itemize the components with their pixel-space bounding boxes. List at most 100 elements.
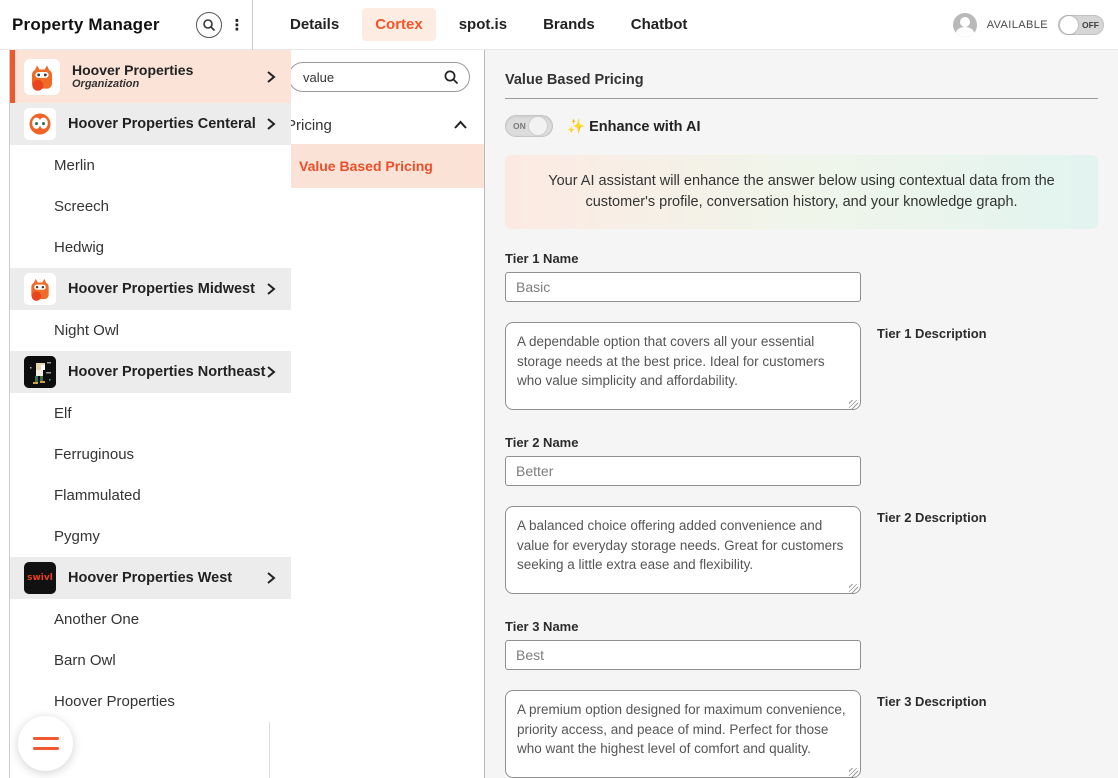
sidebar-gutter — [0, 50, 10, 778]
app-title: Property Manager — [12, 15, 160, 35]
resize-handle-icon[interactable] — [849, 768, 858, 777]
resize-handle-icon[interactable] — [849, 400, 858, 409]
sidebar-item-hoover-properties-west[interactable]: swivl Hoover Properties West — [10, 557, 291, 599]
tab-chatbot[interactable]: Chatbot — [618, 8, 701, 41]
nav-search-input[interactable] — [303, 70, 443, 85]
sidebar-item-label: Flammulated — [54, 487, 141, 504]
ai-note-text: Your AI assistant will enhance the answe… — [545, 171, 1058, 213]
tier2-description-field: A balanced choice offering added conveni… — [505, 506, 1098, 599]
tab-brands[interactable]: Brands — [530, 8, 608, 41]
sidebar-item-label: Hedwig — [54, 239, 104, 256]
chevron-right-icon[interactable] — [265, 282, 277, 296]
tier2-description-textarea[interactable]: A balanced choice offering added conveni… — [505, 506, 861, 594]
tier3-description-field: A premium option designed for maximum co… — [505, 690, 1098, 778]
nav-search[interactable] — [288, 62, 470, 92]
tier3-description-textarea[interactable]: A premium option designed for maximum co… — [505, 690, 861, 778]
availability-label: AVAILABLE — [987, 19, 1048, 31]
sidebar-item-label: Hoover Properties — [54, 693, 175, 710]
ai-assistant-note: Your AI assistant will enhance the answe… — [505, 155, 1098, 229]
sidebar-item-hoover-properties-midwest[interactable]: Hoover Properties Midwest — [10, 268, 291, 310]
availability-toggle[interactable]: OFF — [1058, 15, 1104, 35]
title-divider — [505, 98, 1098, 99]
tier1-description-field: A dependable option that covers all your… — [505, 322, 1098, 415]
sidebar-item-label: Hoover Properties — [72, 62, 193, 78]
chevron-right-icon[interactable] — [265, 365, 277, 379]
page-title: Value Based Pricing — [505, 72, 1098, 88]
owl-face-icon — [24, 108, 56, 140]
sidebar-item-label: Hoover Properties West — [68, 570, 232, 586]
sidebar-item-label: Another One — [54, 611, 139, 628]
tier3-name-input[interactable] — [505, 640, 861, 670]
sidebar-item-another-one[interactable]: Another One — [10, 599, 291, 640]
search-icon — [202, 18, 216, 32]
enhance-ai-label: ✨Enhance with AI — [567, 118, 701, 135]
nav-item-value-based-pricing[interactable]: Value Based Pricing — [270, 144, 484, 188]
sidebar-item-barn-owl[interactable]: Barn Owl — [10, 640, 291, 681]
toggle-knob — [1060, 16, 1078, 34]
sidebar-item-hedwig[interactable]: Hedwig — [10, 227, 291, 268]
enhance-ai-toggle[interactable]: ON — [505, 115, 553, 137]
sidebar-item-label: Pygmy — [54, 528, 100, 545]
nav-item-label: Value Based Pricing — [299, 158, 433, 174]
search-icon — [443, 69, 459, 85]
section-nav-panel: Pricing Value Based Pricing — [270, 50, 485, 778]
nav-section-pricing[interactable]: Pricing — [270, 106, 484, 144]
top-header: Property Manager ⋮ Details Cortex spot.i… — [0, 0, 1118, 50]
tier1-name-input[interactable] — [505, 272, 861, 302]
tab-cortex[interactable]: Cortex — [362, 8, 436, 41]
sidebar-item-label: Hoover Properties Centeral — [68, 116, 256, 132]
sidebar-list: Hoover Properties Organization Hoover Pr… — [10, 50, 291, 778]
tier3-name-label: Tier 3 Name — [505, 619, 1098, 634]
chevron-right-icon[interactable] — [265, 117, 277, 131]
tier2-name-label: Tier 2 Name — [505, 435, 1098, 450]
kebab-menu-icon[interactable]: ⋮ — [226, 12, 248, 38]
enhance-ai-row: ON ✨Enhance with AI — [505, 115, 1098, 137]
toggle-knob — [528, 116, 548, 136]
sidebar-item-elf[interactable]: Elf — [10, 393, 291, 434]
sidebar-item-night-owl[interactable]: Night Owl — [10, 310, 291, 351]
tier1-description-label: Tier 1 Description — [877, 326, 987, 341]
properties-sidebar: Hoover Properties Organization Hoover Pr… — [0, 50, 270, 778]
chevron-up-icon[interactable] — [453, 120, 468, 130]
sidebar-item-flammulated[interactable]: Flammulated — [10, 475, 291, 516]
tier3-description-label: Tier 3 Description — [877, 694, 987, 709]
header-tabs: Details Cortex spot.is Brands Chatbot — [253, 8, 700, 41]
owl-mascot-icon — [24, 59, 60, 95]
sidebar-item-label: Screech — [54, 198, 109, 215]
sidebar-item-label: Merlin — [54, 157, 95, 174]
sidebar-item-hoover-properties-northeast[interactable]: Hoover Properties Northeast — [10, 351, 291, 393]
sidebar-item-label: Night Owl — [54, 322, 119, 339]
tier1-name-label: Tier 1 Name — [505, 251, 1098, 266]
chevron-right-icon[interactable] — [265, 571, 277, 585]
sidebar-item-screech[interactable]: Screech — [10, 186, 291, 227]
tier1-description-textarea[interactable]: A dependable option that covers all your… — [505, 322, 861, 410]
sidebar-item-label: Hoover Properties Midwest — [68, 281, 255, 297]
user-avatar-icon[interactable] — [953, 13, 977, 37]
sidebar-item-pygmy[interactable]: Pygmy — [10, 516, 291, 557]
header-search-button[interactable] — [196, 12, 222, 38]
header-right: AVAILABLE OFF — [953, 13, 1118, 37]
sidebar-item-text: Hoover Properties Organization — [72, 62, 193, 91]
sidebar-menu-fab[interactable] — [18, 716, 73, 771]
nav-section-label: Pricing — [286, 117, 332, 134]
sidebar-item-ferruginous[interactable]: Ferruginous — [10, 434, 291, 475]
sidebar-item-hoover-properties-centeral[interactable]: Hoover Properties Centeral — [10, 103, 291, 145]
tier3-name-field: Tier 3 Name — [505, 619, 1098, 670]
chevron-right-icon[interactable] — [265, 70, 277, 84]
sidebar-item-label: Ferruginous — [54, 446, 134, 463]
tab-details[interactable]: Details — [277, 8, 352, 41]
pixel-owl-icon — [24, 356, 56, 388]
main-content: Value Based Pricing ON ✨Enhance with AI … — [485, 50, 1118, 778]
sidebar-item-label: Elf — [54, 405, 72, 422]
tab-spot-is[interactable]: spot.is — [446, 8, 520, 41]
sidebar-item-hoover-properties-org[interactable]: Hoover Properties Organization — [10, 50, 291, 103]
tier2-name-input[interactable] — [505, 456, 861, 486]
toggle-on-label: ON — [513, 121, 526, 131]
tier1-name-field: Tier 1 Name — [505, 251, 1098, 302]
sidebar-item-label: Hoover Properties Northeast — [68, 364, 265, 380]
hamburger-icon — [33, 737, 59, 740]
sidebar-item-sublabel: Organization — [72, 78, 193, 91]
sidebar-item-merlin[interactable]: Merlin — [10, 145, 291, 186]
owl-mascot-icon — [24, 273, 56, 305]
resize-handle-icon[interactable] — [849, 584, 858, 593]
